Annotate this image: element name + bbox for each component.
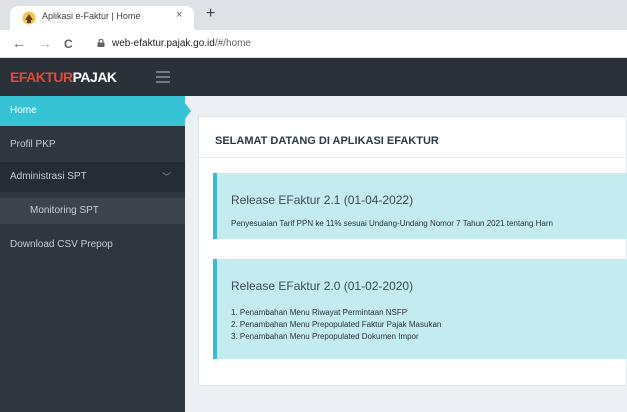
release-note: 2. Penambahan Menu Prepopulated Faktur P… [231, 320, 442, 329]
release-note: 1. Penambahan Menu Riwayat Permintaan NS… [231, 308, 408, 317]
page-title: SELAMAT DATANG DI APLIKASI EFAKTUR [215, 135, 439, 147]
release-callout-2-0: Release EFaktur 2.0 (01-02-2020) 1. Pena… [213, 259, 627, 359]
back-icon[interactable]: ← [12, 35, 26, 51]
release-note: 3. Penambahan Menu Prepopulated Dokumen … [231, 332, 419, 341]
efaktur-logo[interactable]: EFAKTURPAJAK [10, 69, 117, 85]
lock-icon [97, 39, 105, 47]
chevron-down-icon: ﹀ [161, 172, 171, 182]
logo-efaktur: EFAKTUR [10, 69, 73, 85]
sidebar-item-label: Profil PKP [10, 139, 56, 150]
sidebar-item-label: Home [10, 105, 37, 116]
sidebar-item-home[interactable]: Home [0, 96, 191, 126]
release-title: Release EFaktur 2.1 (01-04-2022) [231, 193, 414, 207]
logo-pajak: PAJAK [72, 69, 117, 85]
url-path: /#/home [214, 38, 251, 49]
release-callout-2-1: Release EFaktur 2.1 (01-04-2022) Penyesu… [213, 173, 627, 239]
sidebar: Home Profil PKP Administrasi SPT ﹀ Monit… [0, 96, 191, 412]
sidebar-item-monitoring-spt[interactable]: Monitoring SPT [0, 198, 185, 224]
tab-title: Aplikasi e-Faktur | Home [42, 11, 141, 21]
release-note: Penyesuaian Tarif PPN ke 11% sesuai Unda… [231, 219, 553, 228]
browser-tab[interactable]: Aplikasi e-Faktur | Home × [10, 6, 194, 30]
tab-close-icon[interactable]: × [176, 9, 182, 21]
release-title: Release EFaktur 2.0 (01-02-2020) [231, 279, 414, 293]
menu-toggle-icon[interactable] [156, 71, 170, 83]
sidebar-item-label: Administrasi SPT [10, 171, 87, 182]
browser-toolbar: ← → C web-efaktur.pajak.go.id/#/home [0, 30, 627, 58]
url-host: web-efaktur.pajak.go.id [112, 38, 215, 49]
sidebar-item-profil-pkp[interactable]: Profil PKP [0, 130, 185, 160]
app-header: EFAKTURPAJAK [0, 58, 627, 96]
sidebar-item-download-csv-prepop[interactable]: Download CSV Prepop [0, 230, 185, 260]
efaktur-favicon-icon [22, 11, 36, 25]
forward-icon[interactable]: → [38, 35, 52, 51]
reload-icon[interactable]: C [64, 37, 73, 51]
sidebar-item-administrasi-spt[interactable]: Administrasi SPT ﹀ [0, 162, 185, 192]
sidebar-item-label: Monitoring SPT [30, 205, 99, 216]
new-tab-icon[interactable]: + [206, 5, 215, 23]
welcome-panel: SELAMAT DATANG DI APLIKASI EFAKTUR Relea… [198, 116, 627, 386]
sidebar-item-label: Download CSV Prepop [10, 239, 113, 250]
browser-tab-bar: Aplikasi e-Faktur | Home × + [0, 0, 627, 30]
divider [199, 157, 627, 158]
address-bar[interactable]: web-efaktur.pajak.go.id/#/home [112, 38, 251, 49]
